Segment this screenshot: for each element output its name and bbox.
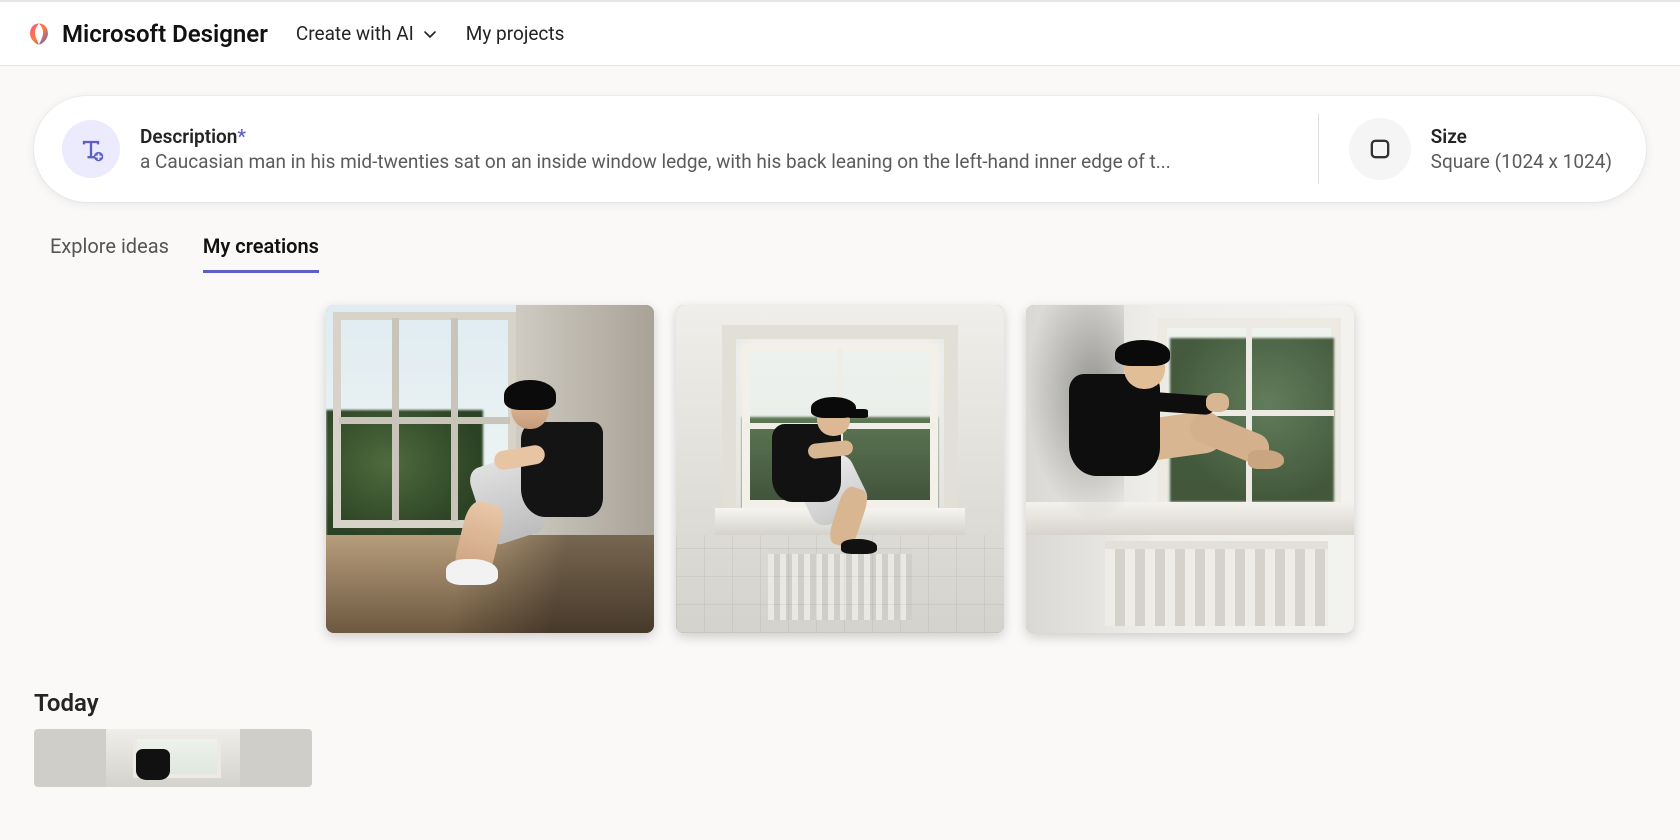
creation-tile-1[interactable] (326, 305, 654, 633)
nav-create-with-ai[interactable]: Create with AI (296, 22, 438, 45)
size-label: Size (1431, 125, 1612, 148)
size-square-icon (1366, 135, 1394, 163)
today-section: Today (0, 633, 1680, 787)
size-icon-circle[interactable] (1349, 118, 1411, 180)
app-name: Microsoft Designer (62, 20, 268, 48)
app-header: Microsoft Designer Create with AI My pro… (0, 0, 1680, 66)
creation-tile-2[interactable] (676, 305, 1004, 633)
nav-create-label: Create with AI (296, 22, 414, 45)
text-prompt-icon (77, 135, 105, 163)
logo-block[interactable]: Microsoft Designer (26, 20, 268, 48)
description-label-text: Description (140, 125, 237, 148)
description-field[interactable]: Description* a Caucasian man in his mid-… (140, 125, 1288, 173)
chevron-down-icon (422, 26, 438, 42)
generated-image (676, 305, 1004, 633)
today-heading: Today (34, 689, 1646, 717)
prompt-divider (1318, 114, 1319, 184)
tabs: Explore ideas My creations (0, 202, 1680, 273)
creation-tile-3[interactable] (1026, 305, 1354, 633)
description-icon-circle[interactable] (62, 120, 120, 178)
nav-my-projects[interactable]: My projects (466, 22, 565, 45)
required-marker: * (237, 125, 246, 148)
designer-logo-icon (26, 21, 52, 47)
description-value: a Caucasian man in his mid-twenties sat … (140, 150, 1288, 173)
tab-explore-ideas[interactable]: Explore ideas (50, 234, 169, 273)
nav-projects-label: My projects (466, 22, 565, 45)
description-label: Description* (140, 125, 1288, 148)
creations-gallery (0, 273, 1680, 633)
tab-my-creations[interactable]: My creations (203, 234, 319, 273)
generated-image (326, 305, 654, 633)
prompt-bar-container: Description* a Caucasian man in his mid-… (0, 66, 1680, 202)
generated-image (1026, 305, 1354, 633)
size-value: Square (1024 x 1024) (1431, 150, 1612, 173)
size-field[interactable]: Size Square (1024 x 1024) (1431, 125, 1612, 173)
today-thumbnails (34, 729, 1646, 787)
prompt-bar: Description* a Caucasian man in his mid-… (34, 96, 1646, 202)
today-thumbnail-1[interactable] (34, 729, 312, 787)
thumbnail-image (106, 729, 239, 787)
